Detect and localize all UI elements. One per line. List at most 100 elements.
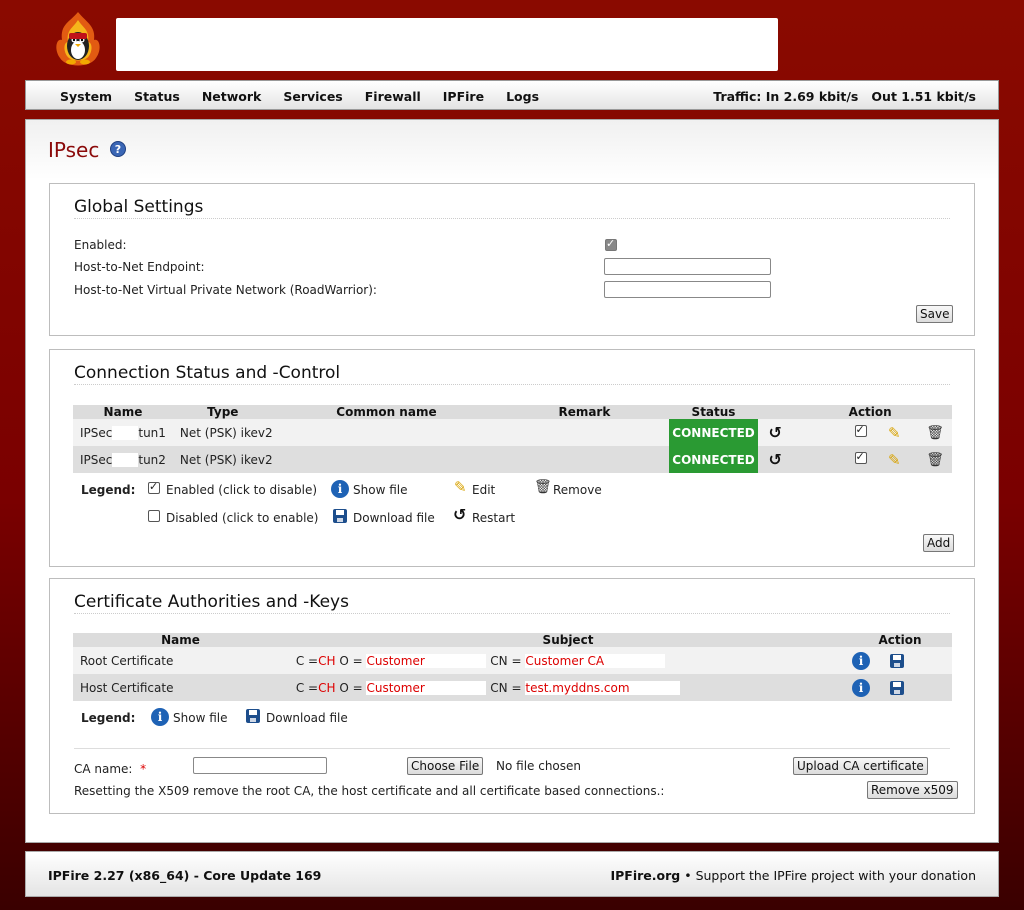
menu-firewall[interactable]: Firewall xyxy=(365,89,421,104)
legend-enabled: Enabled (click to disable) xyxy=(166,483,318,497)
version-text: IPFire 2.27 (x86_64) - Core Update 169 xyxy=(48,868,322,883)
trash-icon[interactable]: 🗑 xyxy=(926,425,944,441)
menu-network[interactable]: Network xyxy=(202,89,262,104)
legend-show-file: Show file xyxy=(353,483,408,497)
traffic-readout: Traffic: In 2.69 kbit/s Out 1.51 kbit/s xyxy=(713,89,976,104)
table-row: Host Certificate C =CH O = Customer CN =… xyxy=(73,674,952,701)
col-cert-action: Action xyxy=(848,633,952,647)
restart-icon: ↺ xyxy=(453,505,467,524)
add-connection-button[interactable]: Add xyxy=(923,534,955,552)
connection-type: Net (PSK) ikev2 xyxy=(172,419,273,446)
toggle-enabled-checkbox[interactable] xyxy=(854,450,867,464)
table-row: IPSec tun2 Net (PSK) ikev2 CONNECTED ↺ ✎… xyxy=(73,446,952,473)
download-floppy-icon[interactable] xyxy=(889,653,904,668)
connection-table: Name Type Common name Remark Status Acti… xyxy=(73,405,952,473)
menu-status[interactable]: Status xyxy=(134,89,180,104)
restart-icon[interactable]: ↺ xyxy=(768,423,781,442)
col-cert-name: Name xyxy=(73,633,288,647)
info-icon: i xyxy=(151,708,169,726)
floppy-disk-icon xyxy=(333,509,347,523)
cert-legend-show-file: Show file xyxy=(173,711,228,725)
legend-restart: Restart xyxy=(472,511,516,525)
certificate-name: Root Certificate xyxy=(73,647,288,674)
connection-remark xyxy=(500,419,669,446)
connection-type: Net (PSK) ikev2 xyxy=(172,446,273,473)
vpn-input[interactable] xyxy=(604,281,771,298)
certificates-panel: Certificate Authorities and -Keys Name S… xyxy=(49,578,975,814)
ipfire-link[interactable]: IPFire.org xyxy=(611,868,681,883)
remove-x509-button[interactable]: Remove x509 xyxy=(867,781,958,799)
col-remark: Remark xyxy=(500,405,669,419)
info-icon: i xyxy=(331,480,349,498)
global-settings-heading: Global Settings xyxy=(74,197,204,217)
legend-checkbox-checked xyxy=(148,480,160,494)
main-content: IPsec ? Global Settings Enabled: Host-to… xyxy=(25,119,999,843)
menu-logs[interactable]: Logs xyxy=(506,89,539,104)
table-row: Root Certificate C =CH O = Customer CN =… xyxy=(73,647,952,674)
edit-pencil-icon[interactable]: ✎ xyxy=(888,451,901,469)
save-button[interactable]: Save xyxy=(916,305,954,323)
col-subject: Subject xyxy=(288,633,848,647)
col-type: Type xyxy=(172,405,273,419)
footer-links: IPFire.org • Support the IPFire project … xyxy=(611,868,977,883)
certificate-subject: C =CH O = Customer CN = test.myddns.com xyxy=(288,674,848,701)
legend-remove: Remove xyxy=(553,483,602,497)
certificates-heading: Certificate Authorities and -Keys xyxy=(74,592,349,612)
toggle-enabled-checkbox[interactable] xyxy=(854,423,867,437)
reset-x509-text: Resetting the X509 remove the root CA, t… xyxy=(74,784,665,798)
required-mark: * xyxy=(140,762,147,776)
show-file-info-icon[interactable]: i xyxy=(852,678,870,697)
upload-ca-certificate-button[interactable]: Upload CA certificate xyxy=(793,757,928,775)
connection-heading: Connection Status and -Control xyxy=(74,363,341,383)
connection-remark xyxy=(500,446,669,473)
endpoint-input[interactable] xyxy=(604,258,771,275)
pencil-icon: ✎ xyxy=(454,478,467,496)
table-row: IPSec tun1 Net (PSK) ikev2 CONNECTED ↺ ✎… xyxy=(73,419,952,446)
certificate-name: Host Certificate xyxy=(73,674,288,701)
edit-pencil-icon[interactable]: ✎ xyxy=(888,424,901,442)
show-file-info-icon[interactable]: i xyxy=(852,651,870,670)
connection-name: IPSec tun2 xyxy=(73,446,173,473)
trash-icon: 🗑 xyxy=(534,479,552,495)
global-settings-panel: Global Settings Enabled: Host-to-Net End… xyxy=(49,183,975,336)
floppy-disk-icon xyxy=(246,709,260,723)
cert-legend-label: Legend: xyxy=(81,711,136,725)
legend-download-file: Download file xyxy=(353,511,435,525)
legend-label: Legend: xyxy=(81,483,136,497)
page-title: IPsec xyxy=(48,138,100,162)
certificate-table: Name Subject Action Root Certificate C =… xyxy=(73,633,952,701)
legend-edit: Edit xyxy=(472,483,496,497)
status-badge: CONNECTED xyxy=(668,419,759,446)
ca-name-input[interactable] xyxy=(193,757,327,774)
help-icon[interactable]: ? xyxy=(110,141,126,157)
col-name: Name xyxy=(73,405,173,419)
cert-legend-download-file: Download file xyxy=(266,711,348,725)
col-common-name: Common name xyxy=(272,405,501,419)
choose-file-button[interactable]: Choose File xyxy=(407,757,484,775)
certificate-table-header: Name Subject Action xyxy=(73,633,952,647)
certificate-subject: C =CH O = Customer CN = Customer CA xyxy=(288,647,848,674)
download-floppy-icon[interactable] xyxy=(889,680,904,695)
status-badge: CONNECTED xyxy=(668,446,759,473)
ipfire-logo[interactable] xyxy=(52,10,104,72)
endpoint-label: Host-to-Net Endpoint: xyxy=(74,260,205,274)
legend-disabled: Disabled (click to enable) xyxy=(166,511,319,525)
col-status: Status xyxy=(668,405,759,419)
trash-icon[interactable]: 🗑 xyxy=(926,452,944,468)
header-banner xyxy=(116,18,778,71)
connection-common-name xyxy=(272,446,501,473)
menu-services[interactable]: Services xyxy=(283,89,342,104)
support-text[interactable]: • Support the IPFire project with your d… xyxy=(684,868,976,883)
menu-ipfire[interactable]: IPFire xyxy=(443,89,484,104)
connection-panel: Connection Status and -Control Name Type… xyxy=(49,349,975,567)
connection-table-header: Name Type Common name Remark Status Acti… xyxy=(73,405,952,419)
col-action: Action xyxy=(788,405,952,419)
menu-system[interactable]: System xyxy=(60,89,112,104)
legend-checkbox-unchecked xyxy=(148,510,160,522)
enabled-checkbox[interactable] xyxy=(605,237,617,251)
ca-name-label: CA name: * xyxy=(74,762,147,776)
no-file-chosen-text: No file chosen xyxy=(496,759,582,773)
restart-icon[interactable]: ↺ xyxy=(768,450,781,469)
enabled-label: Enabled: xyxy=(74,238,127,252)
main-menu: System Status Network Services Firewall … xyxy=(60,89,561,104)
